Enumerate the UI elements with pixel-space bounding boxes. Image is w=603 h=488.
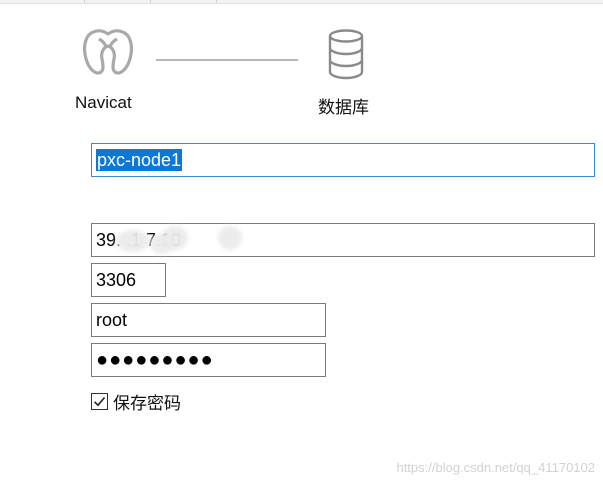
navicat-logo-icon [82, 29, 134, 75]
tab-strip [0, 0, 603, 4]
username-value: root [96, 310, 128, 330]
database-label: 数据库 [318, 98, 369, 118]
watermark: https://blog.csdn.net/qq_41170102 [396, 460, 595, 475]
navicat-label: Navicat [75, 93, 132, 112]
connection-dialog: Navicat 数据库 pxc-node1 39. .1 7.10 3306 r… [0, 0, 603, 488]
port-input[interactable]: 3306 [91, 263, 166, 297]
redaction-mark [218, 226, 242, 250]
connection-name-value: pxc-node1 [96, 149, 183, 171]
save-password-checkbox[interactable] [91, 392, 108, 410]
password-input[interactable]: ●●●●●●●●● [91, 343, 326, 377]
save-password-option[interactable]: 保存密码 [91, 390, 181, 414]
database-icon [328, 29, 364, 80]
redaction-mark [162, 226, 188, 250]
port-value: 3306 [96, 270, 137, 290]
save-password-label: 保存密码 [113, 393, 181, 414]
checkmark-icon [93, 396, 106, 406]
username-input[interactable]: root [91, 303, 326, 337]
connection-line [156, 59, 298, 61]
redaction-mark [116, 230, 150, 252]
password-value: ●●●●●●●●● [96, 349, 214, 371]
connection-name-input[interactable]: pxc-node1 [91, 143, 595, 177]
